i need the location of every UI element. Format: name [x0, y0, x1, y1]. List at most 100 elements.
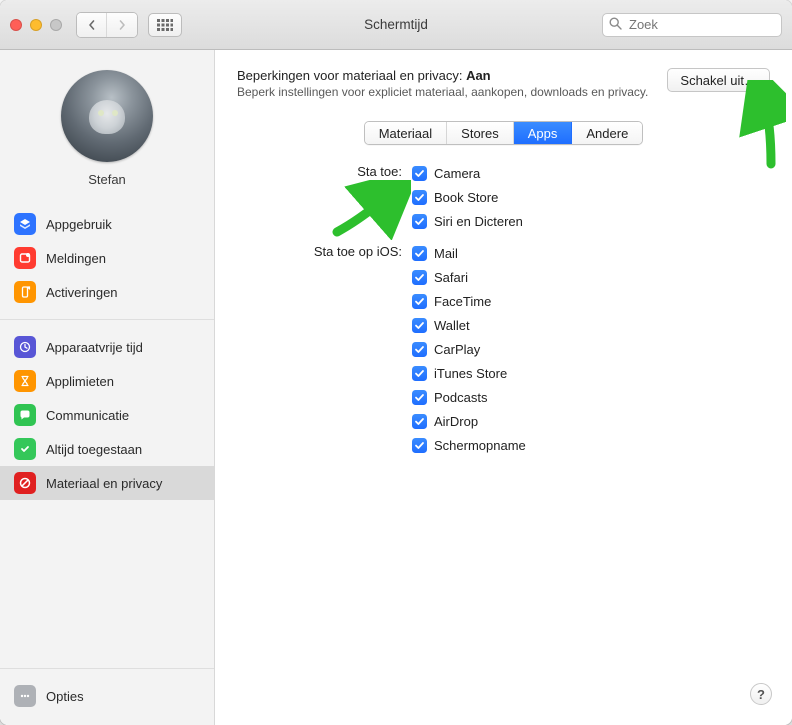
list-item: CarPlay [412, 339, 526, 359]
checkbox[interactable] [412, 246, 427, 261]
tab-other[interactable]: Andere [572, 122, 642, 144]
sidebar: Stefan Appgebruik Meldingen [0, 50, 215, 725]
user-block: Stefan [0, 64, 214, 201]
checkbox[interactable] [412, 166, 427, 181]
checkbox[interactable] [412, 414, 427, 429]
search-input[interactable] [602, 13, 782, 37]
list-item: iTunes Store [412, 363, 526, 383]
sidebar-item-communication[interactable]: Communicatie [0, 398, 214, 432]
allow-ios-block: Sta toe op iOS: MailSafariFaceTimeWallet… [237, 243, 770, 455]
sidebar-item-label: Opties [46, 689, 84, 704]
checkbox-label: Book Store [434, 190, 498, 205]
tab-label: Apps [528, 126, 558, 141]
checkbox[interactable] [412, 342, 427, 357]
sidebar-divider [0, 668, 214, 669]
header-subtitle: Beperk instellingen voor expliciet mater… [237, 85, 655, 99]
search-icon [609, 17, 622, 33]
toggle-off-button[interactable]: Schakel uit… [667, 68, 770, 92]
sidebar-item-pickups[interactable]: Activeringen [0, 275, 214, 309]
list-item: Camera [412, 163, 523, 183]
checkbox[interactable] [412, 390, 427, 405]
sidebar-item-downtime[interactable]: Apparaatvrije tijd [0, 330, 214, 364]
search-field-wrap [602, 13, 782, 37]
allow-block: Sta toe: Camera Book Store Siri en Dictere… [237, 163, 770, 231]
sidebar-item-content-privacy[interactable]: Materiaal en privacy [0, 466, 214, 500]
zoom-window-button[interactable] [50, 19, 62, 31]
user-name: Stefan [88, 172, 126, 187]
checkbox-label: Camera [434, 166, 480, 181]
list-item: Safari [412, 267, 526, 287]
list-item: FaceTime [412, 291, 526, 311]
grid-icon [157, 19, 173, 31]
sidebar-item-options[interactable]: Opties [0, 679, 214, 713]
sidebar-item-label: Appgebruik [46, 217, 112, 232]
sidebar-item-always-allowed[interactable]: Altijd toegestaan [0, 432, 214, 466]
header-row: Beperkingen voor materiaal en privacy: A… [237, 68, 770, 99]
help-label: ? [757, 687, 765, 702]
sidebar-item-label: Materiaal en privacy [46, 476, 162, 491]
notification-icon [14, 247, 36, 269]
tab-content[interactable]: Materiaal [365, 122, 447, 144]
list-item: Mail [412, 243, 526, 263]
check-shield-icon [14, 438, 36, 460]
checkbox-label: Wallet [434, 318, 470, 333]
tab-stores[interactable]: Stores [447, 122, 514, 144]
forward-button[interactable] [107, 13, 137, 37]
titlebar: Schermtijd [0, 0, 792, 50]
prohibit-icon [14, 472, 36, 494]
tabs-wrap: Materiaal Stores Apps Andere [237, 121, 770, 145]
close-window-button[interactable] [10, 19, 22, 31]
tab-apps[interactable]: Apps [514, 122, 573, 144]
list-item: Book Store [412, 187, 523, 207]
checkbox[interactable] [412, 318, 427, 333]
allow-label: Sta toe: [237, 163, 412, 231]
button-label: Schakel uit… [680, 73, 757, 88]
checkbox-label: Podcasts [434, 390, 487, 405]
sidebar-item-label: Activeringen [46, 285, 118, 300]
nav-back-forward [76, 12, 138, 38]
chat-icon [14, 404, 36, 426]
back-button[interactable] [77, 13, 107, 37]
sidebar-divider [0, 319, 214, 320]
allow-ios-list: Mail Safari FaceTime Wallet CarPlay iTunes St… [412, 243, 526, 455]
clock-icon [14, 336, 36, 358]
sidebar-item-app-limits[interactable]: Applimieten [0, 364, 214, 398]
checkbox[interactable] [412, 438, 427, 453]
checkbox[interactable] [412, 190, 427, 205]
list-item: Siri en Dicteren [412, 211, 523, 231]
list-item: Schermopname [412, 435, 526, 455]
sidebar-item-label: Altijd toegestaan [46, 442, 142, 457]
header-title-state: Aan [466, 68, 491, 83]
hourglass-icon [14, 370, 36, 392]
sidebar-item-label: Communicatie [46, 408, 129, 423]
minimize-window-button[interactable] [30, 19, 42, 31]
avatar[interactable] [61, 70, 153, 162]
help-button[interactable]: ? [750, 683, 772, 705]
preferences-window: Schermtijd Stefan Appgebruik [0, 0, 792, 725]
sidebar-item-app-usage[interactable]: Appgebruik [0, 207, 214, 241]
checkbox[interactable] [412, 294, 427, 309]
checkbox-label: Safari [434, 270, 468, 285]
main-panel: Beperkingen voor materiaal en privacy: A… [215, 50, 792, 725]
checkbox[interactable] [412, 214, 427, 229]
list-item: Wallet [412, 315, 526, 335]
list-item: Podcasts [412, 387, 526, 407]
window-controls [10, 19, 62, 31]
body: Stefan Appgebruik Meldingen [0, 50, 792, 725]
checkbox[interactable] [412, 270, 427, 285]
tab-label: Andere [586, 126, 628, 141]
tab-label: Materiaal [379, 126, 432, 141]
chevron-left-icon [87, 20, 97, 30]
header-text: Beperkingen voor materiaal en privacy: A… [237, 68, 655, 99]
layers-icon [14, 213, 36, 235]
checkbox[interactable] [412, 366, 427, 381]
checkbox-label: Siri en Dicteren [434, 214, 523, 229]
sidebar-item-notifications[interactable]: Meldingen [0, 241, 214, 275]
show-all-button[interactable] [148, 13, 182, 37]
segmented-control: Materiaal Stores Apps Andere [364, 121, 644, 145]
phone-icon [14, 281, 36, 303]
checkbox-label: CarPlay [434, 342, 480, 357]
ellipsis-icon [14, 685, 36, 707]
allow-list: Camera Book Store Siri en Dicteren [412, 163, 523, 231]
checkbox-label: AirDrop [434, 414, 478, 429]
